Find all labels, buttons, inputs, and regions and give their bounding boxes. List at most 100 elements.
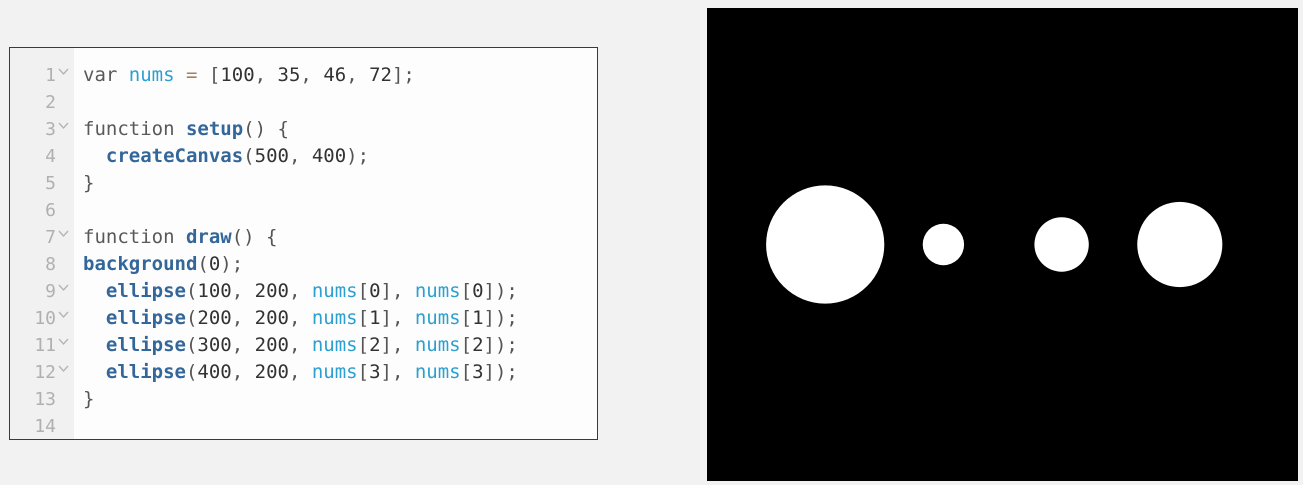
code-line[interactable]: 9 ellipse(100, 200, nums[0], nums[0]);	[10, 278, 597, 305]
line-number: 2	[45, 92, 56, 113]
code-line[interactable]: 13}	[10, 386, 597, 413]
code-token: ,	[254, 64, 278, 86]
code-line[interactable]: 3 function setup() {	[10, 116, 597, 143]
code-token: (	[185, 280, 198, 302]
code-line[interactable]: 5}	[10, 170, 597, 197]
code-token: ellipse	[105, 334, 186, 356]
code-token: ,	[288, 307, 312, 329]
code-token: () {	[243, 118, 289, 140]
code-token: ],	[380, 334, 415, 356]
fold-chevron-icon[interactable]	[58, 278, 70, 305]
code-token: createCanvas	[105, 145, 244, 167]
line-number: 5	[45, 173, 56, 194]
code-token: ,	[300, 64, 324, 86]
code-token: ],	[380, 307, 415, 329]
code-token: nums	[311, 280, 358, 302]
fold-chevron-icon[interactable]	[58, 332, 70, 359]
code-line[interactable]: 2	[10, 89, 597, 116]
code-line[interactable]: 4 createCanvas(500, 400);	[10, 143, 597, 170]
code-token: nums	[311, 334, 358, 356]
fold-chevron-icon[interactable]	[58, 359, 70, 386]
ellipse-2	[922, 223, 965, 266]
code-text: ellipse(400, 200, nums[3], nums[3]);	[83, 359, 518, 386]
code-token: ellipse	[105, 307, 186, 329]
code-token: ]);	[483, 280, 518, 302]
code-token: [	[357, 361, 370, 383]
line-number: 3	[45, 119, 56, 140]
code-token: [	[357, 280, 370, 302]
code-token: 3	[472, 361, 484, 383]
code-text: }	[83, 170, 94, 197]
line-number: 13	[34, 389, 56, 410]
code-token: =	[174, 64, 209, 86]
code-token: nums	[414, 280, 461, 302]
sketch-canvas	[707, 8, 1298, 481]
code-token: 200	[254, 307, 289, 329]
code-line[interactable]: 14	[10, 413, 597, 439]
code-line[interactable]: 8 background(0);	[10, 251, 597, 278]
code-token: 3	[369, 361, 381, 383]
code-token: ,	[231, 307, 255, 329]
code-line[interactable]: 1 var nums = [100, 35, 46, 72];	[10, 62, 597, 89]
code-token: 46	[323, 64, 347, 86]
line-number: 7	[45, 227, 56, 248]
line-number: 8	[45, 254, 56, 275]
code-token: setup	[185, 118, 244, 140]
code-token: 500	[254, 145, 289, 167]
code-editor[interactable]: 1 var nums = [100, 35, 46, 72]; 2 3 function…	[9, 47, 598, 440]
ellipse-4	[1137, 201, 1223, 288]
fold-chevron-icon[interactable]	[58, 305, 70, 332]
code-token: ,	[231, 361, 255, 383]
code-token: [	[460, 361, 473, 383]
code-token: function	[83, 226, 186, 248]
code-token: nums	[311, 361, 358, 383]
code-token: ]);	[483, 361, 518, 383]
code-token: [	[357, 334, 370, 356]
code-token: ,	[288, 145, 312, 167]
code-token: );	[220, 253, 244, 275]
code-token: }	[83, 172, 95, 194]
line-number: 12	[34, 362, 56, 383]
line-number: 6	[45, 200, 56, 221]
line-number: 1	[45, 65, 56, 86]
code-line[interactable]: 12 ellipse(400, 200, nums[3], nums[3]);	[10, 359, 597, 386]
fold-chevron-icon[interactable]	[58, 116, 70, 143]
code-token: 35	[277, 64, 301, 86]
code-line[interactable]: 10 ellipse(200, 200, nums[1], nums[1]);	[10, 305, 597, 332]
code-token: ,	[231, 280, 255, 302]
code-text: ellipse(200, 200, nums[1], nums[1]);	[83, 305, 518, 332]
code-token: ,	[288, 334, 312, 356]
code-token: 200	[254, 280, 289, 302]
code-text: function draw() {	[83, 224, 277, 251]
code-text: function setup() {	[83, 116, 289, 143]
code-token: ]);	[483, 334, 518, 356]
code-line[interactable]: 6	[10, 197, 597, 224]
code-token: 100	[197, 280, 232, 302]
line-number: 14	[34, 416, 56, 437]
code-token: ],	[380, 280, 415, 302]
code-token: 1	[369, 307, 381, 329]
code-token: nums	[414, 334, 461, 356]
code-token: background	[83, 253, 198, 275]
code-token: function	[83, 118, 186, 140]
code-line[interactable]: 11 ellipse(300, 200, nums[2], nums[2]);	[10, 332, 597, 359]
code-token: ellipse	[105, 280, 186, 302]
code-token: [	[460, 307, 473, 329]
line-number: 4	[45, 146, 56, 167]
fold-chevron-icon[interactable]	[58, 224, 70, 251]
line-number: 11	[34, 335, 56, 356]
code-token: [	[460, 334, 473, 356]
code-line[interactable]: 7 function draw() {	[10, 224, 597, 251]
code-lines: 1 var nums = [100, 35, 46, 72]; 2 3 function…	[10, 62, 597, 439]
code-token: }	[83, 388, 95, 410]
fold-chevron-icon[interactable]	[58, 62, 70, 89]
ellipse-3	[1034, 217, 1089, 272]
code-token: (	[185, 307, 198, 329]
code-token: 72	[369, 64, 392, 86]
code-token: 200	[254, 334, 289, 356]
code-text: ellipse(100, 200, nums[0], nums[0]);	[83, 278, 518, 305]
code-token: draw	[185, 226, 232, 248]
